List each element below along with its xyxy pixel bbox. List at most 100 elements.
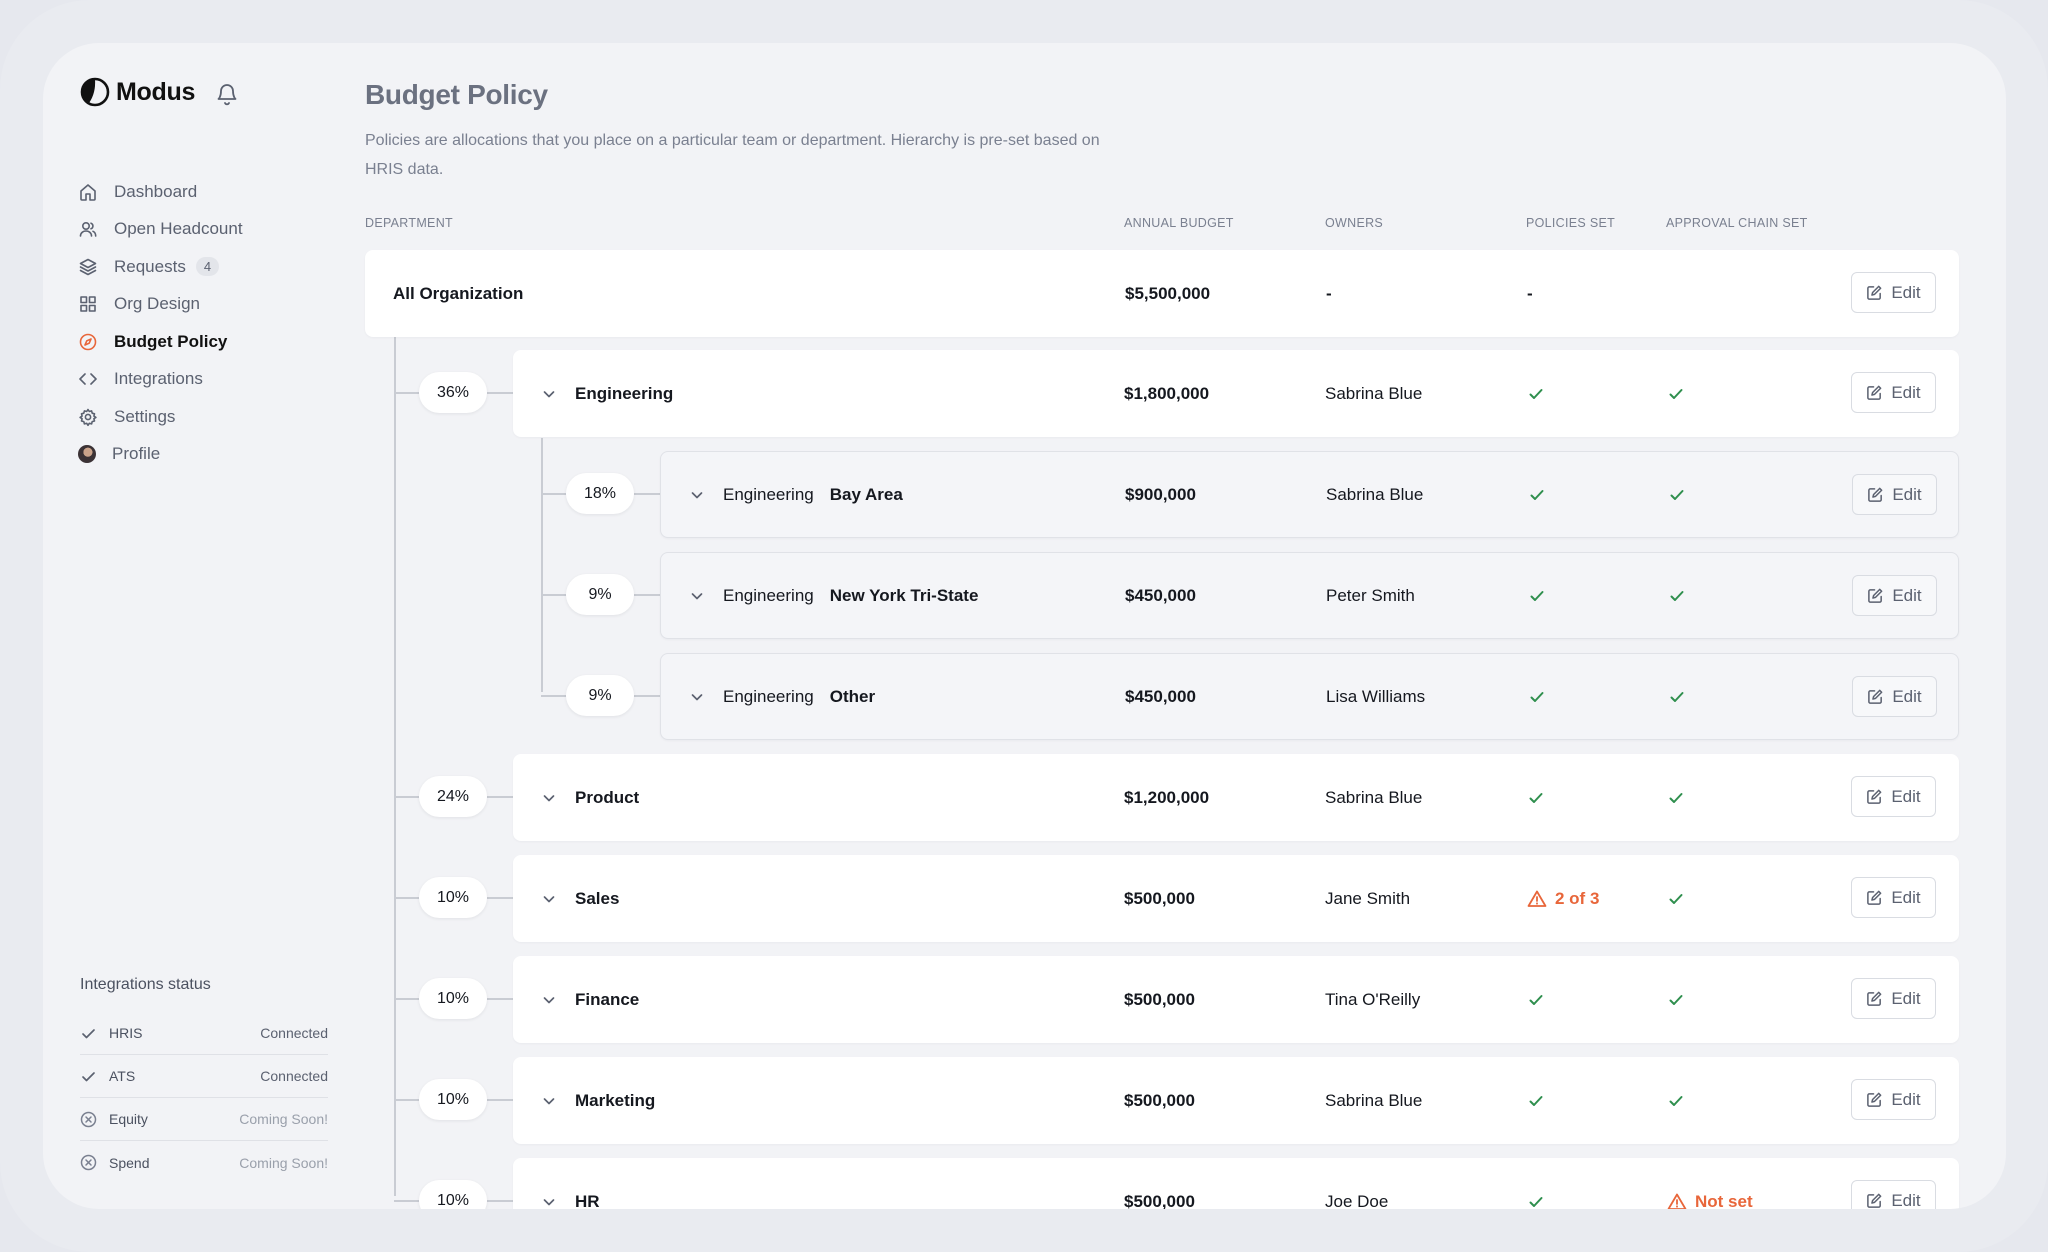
edit-button[interactable]: Edit [1852,474,1937,515]
parent-department: Engineering [723,585,814,605]
table-row[interactable]: Marketing $500,000 Sabrina Blue Edit [513,1057,1959,1144]
chevron-down-icon[interactable] [541,992,557,1008]
approval-chain-cell: Not set [1667,1158,1753,1209]
edit-button[interactable]: Edit [1851,978,1936,1019]
tree-branch-line [541,594,566,596]
chevron-down-icon[interactable] [541,891,557,907]
table-row[interactable]: Sales $500,000 Jane Smith 2 of 3 Edit [513,855,1959,942]
edit-button[interactable]: Edit [1851,272,1936,313]
table-row[interactable]: Engineering $1,800,000 Sabrina Blue Edit [513,350,1959,437]
policies-set-cell [1527,754,1545,841]
department-cell: HR [541,1158,600,1209]
sidebar-item-open-headcount[interactable]: Open Headcount [78,211,243,249]
approval-chain-cell [1667,1057,1685,1144]
check-icon [1529,792,1543,803]
edit-button[interactable]: Edit [1851,776,1936,817]
policies-set-cell [1527,350,1545,437]
department-cell: Engineering New York Tri-State [689,553,978,638]
allocation-percent: 9% [566,675,634,716]
edit-label: Edit [1891,786,1921,806]
allocation-percent: 10% [419,1180,487,1209]
edit-button[interactable]: Edit [1851,1079,1936,1120]
sidebar-item-label: Org Design [114,294,200,314]
integration-row: HRIS Connected [80,1012,328,1055]
check-icon [1530,590,1544,601]
table-row[interactable]: Finance $500,000 Tina O'Reilly Edit [513,956,1959,1043]
edit-icon [1867,385,1882,400]
integration-name: Spend [109,1154,150,1171]
table-row[interactable]: HR $500,000 Joe Doe Not set Edit [513,1158,1959,1209]
sidebar-item-integrations[interactable]: Integrations [78,361,243,399]
check-icon [82,1071,95,1081]
edit-button[interactable]: Edit [1851,372,1936,413]
edit-icon [1867,1193,1882,1208]
owners: - [1326,283,1332,303]
department-cell: Engineering Other [689,654,875,739]
table-row[interactable]: Engineering New York Tri-State $450,000 Pet… [660,552,1959,639]
sidebar-item-profile[interactable]: Profile [78,436,243,474]
chevron-down-icon[interactable] [689,588,705,604]
integrations-status: Integrations status HRIS Connected ATS Conn… [80,976,328,1184]
annual-budget: $1,800,000 [1124,383,1210,403]
tree-branch-line [394,392,419,394]
check-icon [1529,1095,1543,1106]
allocation-percent: 10% [419,1079,487,1120]
edit-label: Edit [1892,484,1922,504]
table-row-root[interactable]: All Organization $5,500,000 - - Edit [365,250,1959,337]
x-circle-icon [80,1111,97,1127]
chevron-down-icon[interactable] [541,790,557,806]
policies-set-cell: 2 of 3 [1527,855,1599,942]
check-icon [1670,691,1684,702]
tree-branch-line [487,796,513,798]
bell-icon[interactable] [215,81,239,107]
sidebar-item-requests[interactable]: Requests 4 [78,248,243,286]
check-icon [1669,994,1683,1005]
sidebar-item-dashboard[interactable]: Dashboard [78,173,243,211]
annual-budget: $450,000 [1125,686,1196,706]
table-row[interactable]: Engineering Other $450,000 Lisa Williams Edi… [660,653,1959,740]
integration-row: ATS Connected [80,1055,328,1098]
integration-status: Coming Soon! [239,1154,328,1171]
edit-label: Edit [1892,686,1922,706]
integration-status: Coming Soon! [239,1111,328,1127]
annual-budget: $500,000 [1124,1191,1195,1210]
layers-icon [79,258,97,276]
check-icon [1669,792,1683,803]
chevron-down-icon[interactable] [541,386,557,402]
tree-branch-line [487,897,513,899]
grid-icon [80,296,96,313]
allocation-percent: 10% [419,877,487,918]
sidebar-item-org-design[interactable]: Org Design [78,286,243,324]
device-frame: Modus Dashboard Open Headcount Requests 4 Or… [0,0,2048,1252]
header-department: DEPARTMENT [365,216,453,230]
sidebar-item-budget-policy[interactable]: Budget Policy [78,323,243,361]
logo[interactable]: Modus [80,77,195,107]
sidebar-item-settings[interactable]: Settings [78,398,243,436]
allocation-percent: 36% [419,372,487,413]
table-row[interactable]: Product $1,200,000 Sabrina Blue Edit [513,754,1959,841]
chevron-down-icon[interactable] [541,1194,557,1210]
table-row[interactable]: Engineering Bay Area $900,000 Sabrina Blue E… [660,451,1959,538]
edit-label: Edit [1891,988,1921,1008]
edit-button[interactable]: Edit [1852,575,1937,616]
chevron-down-icon[interactable] [689,689,705,705]
page-title: Budget Policy [365,79,548,110]
edit-icon [1868,689,1883,704]
department-name: Marketing [575,1090,656,1110]
edit-label: Edit [1891,887,1921,907]
chevron-down-icon[interactable] [689,487,705,503]
chevron-down-icon[interactable] [541,1093,557,1109]
edit-button[interactable]: Edit [1852,676,1937,717]
sidebar-item-label: Profile [112,444,161,464]
users-icon [79,222,97,238]
tree-branch-line [394,1200,419,1202]
header-annual-budget: ANNUAL BUDGET [1124,216,1234,230]
edit-button[interactable]: Edit [1851,877,1936,918]
integration-status: Connected [260,1025,328,1041]
tree-branch-line [634,695,660,697]
edit-button[interactable]: Edit [1851,1180,1936,1209]
check-icon [1670,590,1684,601]
department-name: Sales [575,888,620,908]
sidebar-item-label: Dashboard [114,181,198,201]
policies-set-cell [1528,452,1546,537]
